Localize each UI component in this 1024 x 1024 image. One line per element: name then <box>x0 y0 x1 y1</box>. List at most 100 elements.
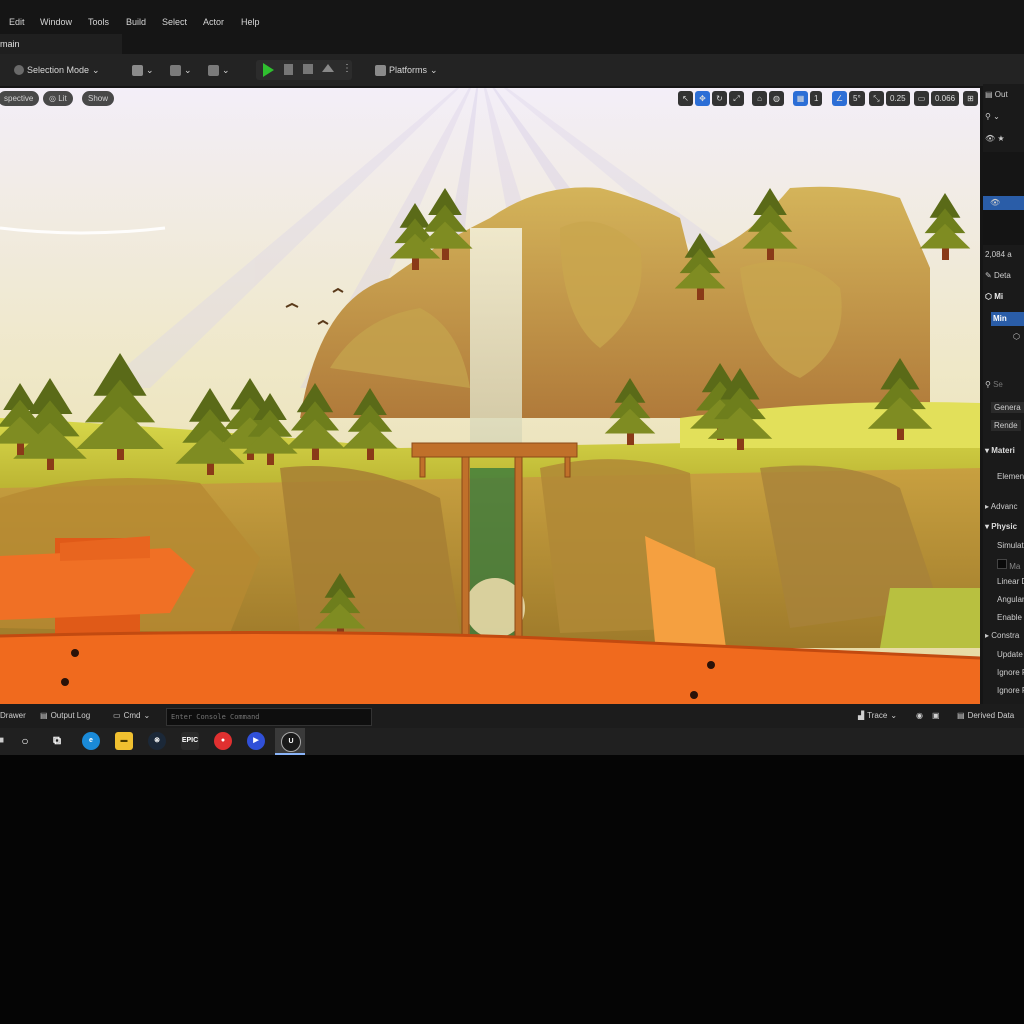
camera-speed: ▭ 0.066 <box>914 91 960 107</box>
details-title: Deta <box>993 271 1011 280</box>
details-component[interactable]: ⬡ Mi <box>985 292 1003 301</box>
chevron-down-icon: ⌄ <box>430 64 438 75</box>
angle-icon[interactable]: ∠ <box>832 91 847 106</box>
chevron-down-icon: ⌄ <box>92 64 100 75</box>
cube-icon: ⬡ <box>985 292 992 301</box>
visibility-header: 👁 ★ <box>985 134 1005 143</box>
lit-icon: ◎ <box>49 94 56 103</box>
selection-mode-button[interactable]: Selection Mode ⌄ <box>14 62 100 78</box>
show-button[interactable]: Show <box>82 91 115 106</box>
mass-row[interactable]: Ma <box>997 559 1020 571</box>
record-icon[interactable]: ◉ <box>916 711 923 720</box>
add-content-button[interactable]: ⌄ <box>132 62 154 78</box>
menu-window[interactable]: Window <box>40 17 72 27</box>
level-tab-row: main <box>0 34 1024 54</box>
select-tool-icon[interactable]: ↖ <box>678 91 693 106</box>
scene-render <box>0 88 980 704</box>
menu-help[interactable]: Help <box>241 17 260 27</box>
outliner-list <box>983 152 1024 202</box>
level-viewport[interactable]: spective ◎ Lit Show ↖ ✥ ↻ ⤢ ⌂ ◍ ▦ 1 ∠ 5°… <box>0 88 980 704</box>
grid-icon[interactable]: ▦ <box>793 91 808 106</box>
camera-speed-value[interactable]: 0.066 <box>931 91 960 106</box>
translate-tool-icon[interactable]: ✥ <box>695 91 710 106</box>
details-selected-component[interactable]: Min <box>991 312 1024 326</box>
world-local-icon[interactable]: ◍ <box>769 91 784 106</box>
cinematics-button[interactable]: ⌄ <box>208 62 230 78</box>
camera-icon[interactable]: ▭ <box>914 91 929 106</box>
constraints-row[interactable]: ▸ Constra <box>985 631 1019 640</box>
menu-bar: Edit Window Tools Build Select Actor Hel… <box>0 12 1024 34</box>
eject-icon[interactable] <box>322 64 334 72</box>
cmd-button[interactable]: ▭ Cmd ⌄ <box>113 711 150 720</box>
details-search[interactable]: ⚲ Se <box>985 380 1003 389</box>
app-red-icon[interactable]: ● <box>214 732 232 750</box>
angle-value[interactable]: 5° <box>849 91 865 106</box>
outliner-count: 2,084 a <box>985 250 1012 259</box>
menu-edit[interactable]: Edit <box>9 17 25 27</box>
scale-snap: ⤡ 0.25 <box>869 91 910 107</box>
screenshot-icon[interactable]: ▣ <box>932 711 940 720</box>
tab-rendering[interactable]: Rende <box>991 420 1021 431</box>
blueprint-button[interactable]: ⌄ <box>170 62 192 78</box>
file-explorer-icon[interactable]: ▬ <box>115 732 133 750</box>
update-row: Update <box>997 650 1023 659</box>
section-materials[interactable]: ▾ Materi <box>985 446 1015 455</box>
menu-actor[interactable]: Actor <box>203 17 224 27</box>
content-drawer-button[interactable]: Drawer <box>0 711 26 720</box>
cursor-icon <box>14 65 24 75</box>
platforms-button[interactable]: Platforms ⌄ <box>375 62 438 78</box>
grid-value[interactable]: 1 <box>810 91 823 106</box>
main-toolbar: Selection Mode ⌄ ⌄ ⌄ ⌄ ⋮ Platforms ⌄ <box>0 54 1024 86</box>
mass-checkbox[interactable] <box>997 559 1007 569</box>
ignore-row-1: Ignore R <box>997 668 1024 677</box>
outliner-tab[interactable]: ▤ Out <box>985 90 1008 99</box>
scale-tool-icon[interactable]: ⤢ <box>729 91 744 106</box>
menu-tools[interactable]: Tools <box>88 17 109 27</box>
derived-data-button[interactable]: ▤ Derived Data <box>957 711 1014 720</box>
play-icon[interactable] <box>263 63 274 77</box>
trace-icon: ▟ <box>858 711 865 720</box>
outliner-list-lower <box>983 210 1024 245</box>
more-options-icon[interactable]: ⋮ <box>342 63 352 74</box>
console-input[interactable] <box>166 708 372 726</box>
status-bar: Drawer ▤Output Log ▭Cmd⌄ ▟Trace⌄ ◉ ▣ ▤De… <box>0 704 1024 728</box>
search-icon[interactable]: ○ <box>16 732 34 750</box>
rotate-tool-icon[interactable]: ↻ <box>712 91 727 106</box>
scale-snap-icon[interactable]: ⤡ <box>869 91 884 106</box>
edge-icon[interactable]: e <box>82 732 100 750</box>
task-view-icon[interactable]: ⧉ <box>48 732 66 750</box>
details-tab[interactable]: ✎ Deta <box>985 271 1011 280</box>
angular-damping-row: Angular <box>997 595 1024 604</box>
advanced-row[interactable]: ▸ Advanc <box>985 502 1017 511</box>
section-physics[interactable]: ▾ Physic <box>985 522 1017 531</box>
level-tab[interactable]: main <box>0 34 122 54</box>
log-icon: ▤ <box>40 711 48 720</box>
lit-button[interactable]: ◎ Lit <box>43 91 73 106</box>
lit-label: Lit <box>58 94 67 103</box>
stop-icon[interactable] <box>303 64 313 74</box>
unreal-engine-icon[interactable]: U <box>281 732 301 752</box>
trace-button[interactable]: ▟ Trace ⌄ <box>858 711 897 720</box>
menu-build[interactable]: Build <box>126 17 146 27</box>
search-icon: ⚲ <box>985 380 991 389</box>
output-log-button[interactable]: ▤ Output Log <box>40 711 90 720</box>
step-icon[interactable] <box>284 64 293 75</box>
play-controls: ⋮ <box>256 60 352 80</box>
tab-general[interactable]: Genera <box>991 402 1024 413</box>
scale-value[interactable]: 0.25 <box>886 91 910 106</box>
steam-icon[interactable]: ⊗ <box>148 732 166 750</box>
outliner-selected-row[interactable]: 👁 <box>983 196 1024 210</box>
enable-gravity-row: Enable G <box>997 613 1024 622</box>
surface-snap-icon[interactable]: ⌂ <box>752 91 767 106</box>
chevron-down-icon: ⌄ <box>890 711 898 720</box>
terminal-icon: ▭ <box>113 711 121 720</box>
subcomponent-icon[interactable]: ⬡ <box>1013 332 1020 341</box>
perspective-button[interactable]: spective <box>0 91 40 106</box>
menu-select[interactable]: Select <box>162 17 187 27</box>
epic-games-icon[interactable]: EPIC <box>181 732 199 750</box>
viewport-layout-icon[interactable]: ⊞ <box>963 91 978 106</box>
windows-start-icon[interactable]: ■ <box>0 732 10 750</box>
filter-icon[interactable]: ⚲ ⌄ <box>985 112 1000 121</box>
chevron-down-icon: ⌄ <box>184 64 192 75</box>
app-blue-icon[interactable]: ▶ <box>247 732 265 750</box>
